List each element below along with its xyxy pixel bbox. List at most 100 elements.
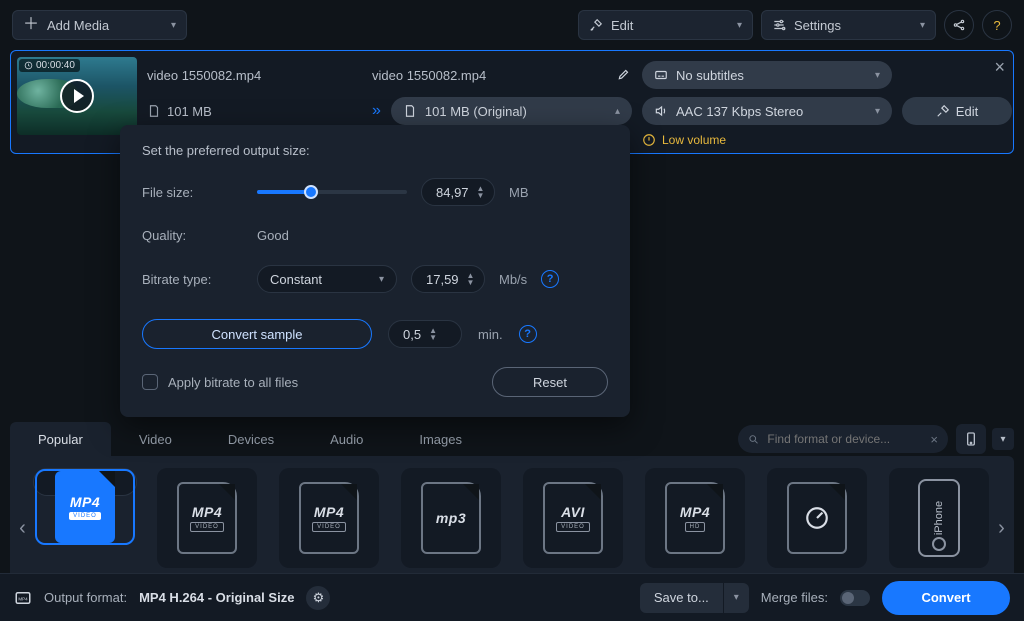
help-button[interactable]: ? <box>982 10 1012 40</box>
format-tile <box>767 468 867 568</box>
filesize-slider[interactable] <box>257 190 407 194</box>
help-icon[interactable]: ? <box>541 270 559 288</box>
bitrate-value: 17,59 <box>426 272 459 287</box>
chevron-down-icon: ▾ <box>379 274 384 285</box>
reset-button[interactable]: Reset <box>492 367 608 397</box>
bitrate-type-value: Constant <box>270 272 322 287</box>
format-tile: MP4HD <box>645 468 745 568</box>
tab-video[interactable]: Video <box>111 422 200 456</box>
carousel-next-button[interactable]: › <box>997 517 1006 540</box>
format-file-icon: MP4VIDEO <box>177 482 237 554</box>
arrow-right-icon: » <box>372 102 381 120</box>
merge-files-label: Merge files: <box>761 590 828 605</box>
sample-length-input[interactable]: 0,5 ▲▼ <box>388 320 462 348</box>
format-tile: MP4VIDEO <box>157 468 257 568</box>
sample-length-unit: min. <box>478 327 503 342</box>
format-card[interactable]: MP4VIDEO MP4 H.264 - 640x480 <box>155 468 259 588</box>
convert-button[interactable]: Convert <box>882 581 1010 615</box>
share-button[interactable] <box>944 10 974 40</box>
stepper-arrows-icon[interactable]: ▲▼ <box>467 272 475 286</box>
format-search[interactable]: × <box>738 425 948 453</box>
tab-audio[interactable]: Audio <box>302 422 391 456</box>
sample-length-value: 0,5 <box>403 327 421 342</box>
chevron-down-icon: ▾ <box>875 70 880 81</box>
audio-dropdown[interactable]: AAC 137 Kbps Stereo ▾ <box>642 97 892 125</box>
format-card[interactable]: MOV <box>765 468 869 588</box>
top-toolbar: ＋ Add Media ▾ Edit ▾ Settings ▾ ? <box>0 0 1024 46</box>
chevron-down-icon: ▾ <box>171 20 176 31</box>
apply-all-checkbox[interactable]: Apply bitrate to all files <box>142 374 298 390</box>
edit-menu-button[interactable]: Edit ▾ <box>578 10 753 40</box>
format-badge-icon: MP4 <box>14 589 32 607</box>
chevron-down-icon: ▾ <box>737 20 742 31</box>
settings-menu-button[interactable]: Settings ▾ <box>761 10 936 40</box>
output-settings-button[interactable]: ⚙ <box>306 586 330 610</box>
sliders-icon <box>772 18 786 32</box>
detect-device-button[interactable] <box>956 424 986 454</box>
bitrate-unit: Mb/s <box>499 272 527 287</box>
format-file-icon: MP4VIDEO <box>55 471 115 543</box>
subtitles-label: No subtitles <box>676 68 744 83</box>
tools-icon <box>589 18 603 32</box>
format-tile: MP4VIDEO <box>279 468 379 568</box>
bitrate-input[interactable]: 17,59 ▲▼ <box>411 265 485 293</box>
output-format-label: Output format: <box>44 590 127 605</box>
format-search-input[interactable] <box>767 432 922 446</box>
format-tabs: Popular Video Devices Audio Images × ▾ <box>10 422 1014 456</box>
chevron-up-icon: ▴ <box>615 106 620 117</box>
help-icon[interactable]: ? <box>519 325 537 343</box>
save-to-button[interactable]: Save to... ▾ <box>640 583 749 613</box>
phone-icon: iPhone <box>918 479 960 557</box>
bitrate-type-select[interactable]: Constant ▾ <box>257 265 397 293</box>
clip-thumbnail[interactable]: 00:00:40 <box>17 57 137 135</box>
clear-search-icon[interactable]: × <box>930 432 938 447</box>
bottom-bar: MP4 Output format: MP4 H.264 - Original … <box>0 573 1024 621</box>
output-filename-row: video 1550082.mp4 <box>372 61 632 89</box>
add-media-button[interactable]: ＋ Add Media ▾ <box>12 10 187 40</box>
apply-all-label: Apply bitrate to all files <box>168 375 298 390</box>
output-size-dropdown[interactable]: 101 MB (Original) ▴ <box>391 97 632 125</box>
collapse-panel-button[interactable]: ▾ <box>992 428 1014 450</box>
svg-text:MP4: MP4 <box>18 596 28 601</box>
filesize-label: File size: <box>142 185 257 200</box>
subtitles-dropdown[interactable]: No subtitles ▾ <box>642 61 892 89</box>
chevron-down-icon: ▾ <box>875 106 880 117</box>
clip-edit-button[interactable]: Edit <box>902 97 1012 125</box>
chevron-down-icon: ▾ <box>920 20 925 31</box>
rename-icon[interactable] <box>616 67 632 83</box>
tab-devices[interactable]: Devices <box>200 422 302 456</box>
format-card[interactable]: iPhone iPhone X <box>887 468 991 588</box>
remove-clip-button[interactable]: × <box>994 57 1005 78</box>
format-tile: iPhone <box>889 468 989 568</box>
merge-files-toggle[interactable] <box>840 590 870 606</box>
output-size-popover: Set the preferred output size: File size… <box>120 125 630 417</box>
format-tile: mp3 <box>401 468 501 568</box>
clip-duration-badge: 00:00:40 <box>19 59 80 72</box>
format-tile: AVIVIDEO <box>523 468 623 568</box>
play-icon[interactable] <box>60 79 94 113</box>
format-card[interactable]: AVIVIDEO AVI <box>521 468 625 588</box>
filesize-input[interactable]: 84,97 ▲▼ <box>421 178 495 206</box>
format-file-icon: MP4VIDEO <box>299 482 359 554</box>
plus-icon: ＋ <box>23 17 39 33</box>
checkbox-icon <box>142 374 158 390</box>
source-filename: video 1550082.mp4 <box>147 61 362 89</box>
format-card[interactable]: mp3 MP3 <box>399 468 503 588</box>
convert-sample-button[interactable]: Convert sample <box>142 319 372 349</box>
stepper-arrows-icon[interactable]: ▲▼ <box>429 327 437 341</box>
popover-title: Set the preferred output size: <box>142 143 608 158</box>
filesize-unit: MB <box>509 185 529 200</box>
stepper-arrows-icon[interactable]: ▲▼ <box>477 185 485 199</box>
format-card[interactable]: MP4VIDEO MP4 <box>277 468 381 588</box>
format-card[interactable]: MP4VIDEO MP4 H.264 - Original ... <box>33 468 137 496</box>
source-filesize: 101 MB <box>147 97 362 125</box>
tab-popular[interactable]: Popular <box>10 422 111 456</box>
bitrate-type-label: Bitrate type: <box>142 272 257 287</box>
save-to-dropdown[interactable]: ▾ <box>723 583 749 613</box>
carousel-prev-button[interactable]: ‹ <box>18 517 27 540</box>
tab-images[interactable]: Images <box>391 422 490 456</box>
filesize-value: 84,97 <box>436 185 469 200</box>
clip-edit-label: Edit <box>956 104 978 119</box>
settings-menu-label: Settings <box>794 18 841 33</box>
format-card[interactable]: MP4HD MP4 H.264 - HD 720p <box>643 468 747 588</box>
